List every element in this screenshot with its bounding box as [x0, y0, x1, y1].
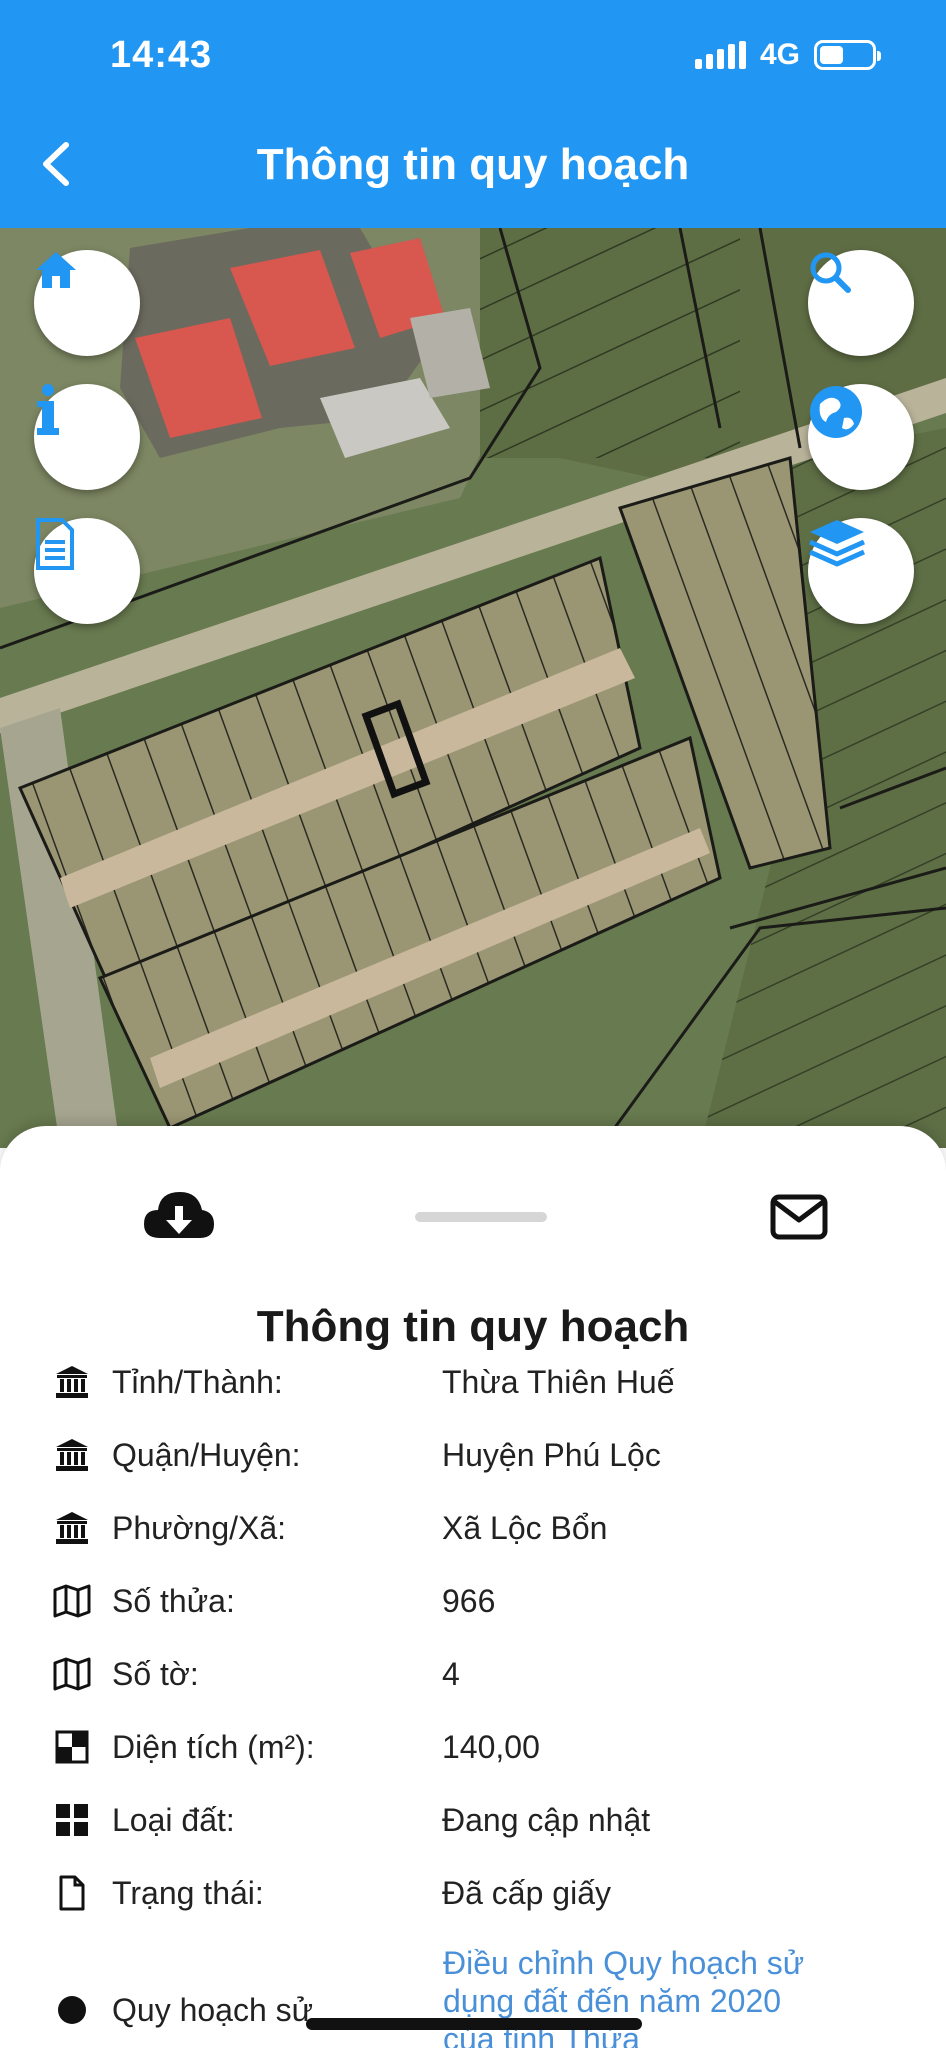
- email-button[interactable]: [770, 1194, 828, 1240]
- satellite-map: [0, 228, 946, 1148]
- sheet-drag-handle[interactable]: [415, 1212, 547, 1222]
- document-button[interactable]: [34, 518, 140, 624]
- info-bottom-sheet[interactable]: Thông tin quy hoạch Tỉnh/Thành: Thừa Thiê…: [0, 1126, 946, 2048]
- info-row-value: 140,00: [442, 1728, 540, 1765]
- layers-icon: [808, 520, 866, 567]
- info-row: Tỉnh/Thành: Thừa Thiên Huế: [52, 1352, 932, 1412]
- mail-icon: [770, 1194, 828, 1240]
- status-time: 14:43: [110, 34, 213, 76]
- file-icon: [52, 1873, 92, 1913]
- info-row-value: Đã cấp giấy: [442, 1874, 611, 1911]
- info-row: Trạng thái: Đã cấp giấy: [52, 1863, 932, 1923]
- plan-link-line: Điều chỉnh Quy hoạch sử: [443, 1945, 805, 1981]
- info-row-label: Tỉnh/Thành:: [112, 1363, 283, 1400]
- bank-icon: [52, 1362, 92, 1402]
- layers-button[interactable]: [808, 518, 914, 624]
- home-icon: [36, 252, 76, 288]
- info-row-label: Phường/Xã:: [112, 1509, 287, 1546]
- bank-icon: [52, 1508, 92, 1548]
- map-icon: [52, 1581, 92, 1621]
- area-icon: [52, 1727, 92, 1767]
- info-row-label: Quy hoạch sử: [112, 1991, 314, 2028]
- info-icon: [37, 384, 59, 435]
- search-icon: [810, 252, 851, 293]
- info-row-plan: Quy hoạch sử: [52, 1990, 313, 2030]
- home-button[interactable]: [34, 250, 140, 356]
- info-row-value: Đang cập nhật: [442, 1801, 651, 1838]
- info-row: Số thửa: 966: [52, 1571, 932, 1631]
- globe-icon: [810, 386, 862, 438]
- info-row-label: Quận/Huyện:: [112, 1436, 301, 1473]
- cloud-download-icon: [144, 1192, 214, 1238]
- network-type: 4G: [759, 38, 800, 71]
- info-row-label: Trạng thái:: [112, 1874, 264, 1911]
- info-row: Loại đất: Đang cập nhật: [52, 1790, 932, 1850]
- info-row: Số tờ: 4: [52, 1644, 932, 1704]
- info-row-label: Số thửa:: [112, 1582, 235, 1619]
- app-header: 14:43 4G Thông tin quy hoạch: [0, 0, 946, 228]
- plan-icon: [58, 1996, 86, 2024]
- info-row-value: 4: [442, 1655, 460, 1692]
- bank-icon: [52, 1435, 92, 1475]
- globe-button[interactable]: [808, 384, 914, 490]
- info-row-value: 966: [442, 1582, 496, 1619]
- info-row: Quận/Huyện: Huyện Phú Lộc: [52, 1425, 932, 1485]
- page-title: Thông tin quy hoạch: [256, 140, 690, 189]
- signal-icon: [694, 41, 746, 69]
- map-icon: [52, 1654, 92, 1694]
- status-indicators: 4G: [694, 38, 881, 72]
- info-row-value: Xã Lộc Bổn: [442, 1509, 608, 1546]
- info-row: Diện tích (m²): 140,00: [52, 1717, 932, 1777]
- info-row-label: Số tờ:: [112, 1655, 199, 1692]
- sheet-title: Thông tin quy hoạch: [256, 1302, 690, 1351]
- plan-link-line: dụng đất đến năm 2020: [443, 1983, 782, 2019]
- map-view[interactable]: [0, 228, 946, 1148]
- download-button[interactable]: [142, 1186, 216, 1246]
- info-row-value: Thừa Thiên Huế: [442, 1363, 675, 1400]
- document-icon: [36, 518, 74, 570]
- info-row-label: Loại đất:: [112, 1801, 235, 1838]
- info-row-label: Diện tích (m²):: [112, 1728, 315, 1765]
- search-button[interactable]: [808, 250, 914, 356]
- plan-link[interactable]: Điều chỉnh Quy hoạch sử dụng đất đến năm…: [443, 1944, 883, 2048]
- home-indicator: [306, 2018, 642, 2030]
- battery-icon: [814, 40, 881, 70]
- info-row-value: Huyện Phú Lộc: [442, 1436, 661, 1473]
- info-button[interactable]: [34, 384, 140, 490]
- info-row: Phường/Xã: Xã Lộc Bổn: [52, 1498, 932, 1558]
- grid-icon: [52, 1800, 92, 1840]
